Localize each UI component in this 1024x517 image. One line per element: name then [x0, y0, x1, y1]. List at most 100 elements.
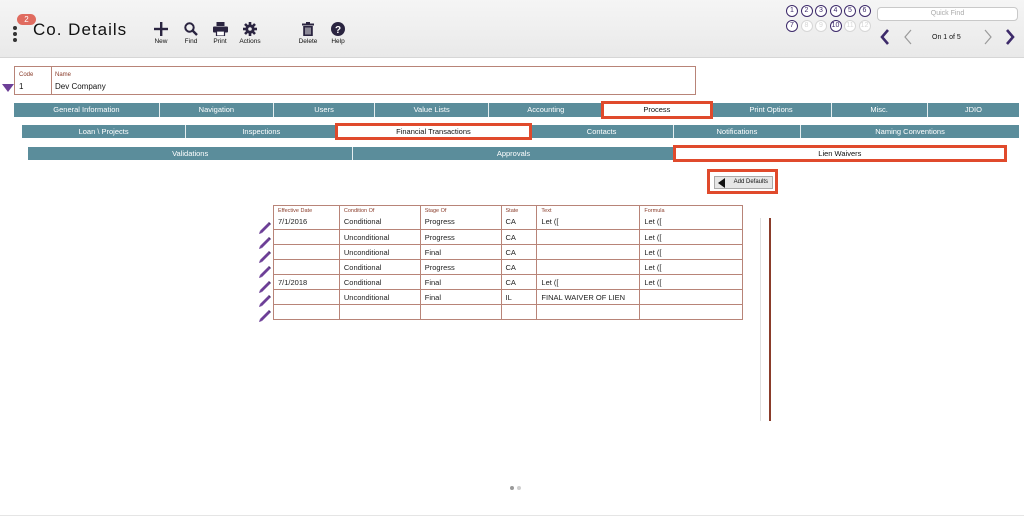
cell-text[interactable]: [536, 244, 641, 260]
record-number-6[interactable]: 6: [858, 5, 871, 17]
cell-effective-date[interactable]: 7/1/2018: [273, 274, 340, 290]
cell-text[interactable]: [536, 229, 641, 245]
previous-record-icon[interactable]: [903, 29, 913, 45]
edit-pencil-icon[interactable]: [258, 265, 272, 279]
cell-formula[interactable]: [639, 289, 743, 305]
cell-effective-date[interactable]: [273, 229, 340, 245]
cell-state[interactable]: CA: [500, 244, 538, 260]
cell-formula[interactable]: Let ([: [639, 259, 743, 275]
actions-button[interactable]: Actions: [232, 22, 268, 50]
tab-loan-projects[interactable]: Loan \ Projects: [22, 125, 187, 138]
next-record-icon[interactable]: [983, 29, 993, 45]
record-number-5[interactable]: 5: [844, 5, 856, 17]
tab-users[interactable]: Users: [274, 103, 376, 117]
tab-validations[interactable]: Validations: [28, 147, 354, 160]
tab-process[interactable]: Process: [601, 101, 714, 119]
cell-condition-of[interactable]: Conditional: [338, 259, 421, 275]
cell-text[interactable]: [536, 259, 641, 275]
cell-text[interactable]: Let ([: [536, 214, 641, 230]
cell-effective-date[interactable]: 7/1/2016: [273, 214, 340, 230]
record-number-2[interactable]: 2: [800, 5, 813, 17]
edit-pencil-icon[interactable]: [258, 309, 272, 323]
page-dot-active[interactable]: [510, 486, 514, 490]
tab-navigation[interactable]: Navigation: [160, 103, 274, 117]
first-record-icon[interactable]: [880, 29, 890, 45]
menu-icon[interactable]: [13, 26, 19, 42]
record-number-1[interactable]: 1: [786, 5, 798, 17]
cell-effective-date[interactable]: [273, 259, 340, 275]
cell-state[interactable]: [500, 304, 538, 320]
tab-value-lists[interactable]: Value Lists: [375, 103, 490, 117]
cell-stage-of[interactable]: Final: [419, 274, 502, 290]
cell-condition-of[interactable]: [338, 304, 421, 320]
edit-pencil-icon[interactable]: [258, 294, 272, 308]
cell-state[interactable]: IL: [500, 289, 538, 305]
cell-condition-of[interactable]: Unconditional: [338, 244, 421, 260]
add-defaults-button[interactable]: Add Defaults: [714, 176, 773, 189]
cell-formula[interactable]: Let ([: [639, 274, 743, 290]
cell-condition-of[interactable]: Conditional: [338, 274, 421, 290]
help-button[interactable]: ? Help: [320, 22, 356, 50]
table-row[interactable]: Unconditional Final IL FINAL WAIVER OF LIEN: [273, 289, 743, 305]
cell-state[interactable]: CA: [500, 259, 538, 275]
table-row[interactable]: Unconditional Progress CA Let ([: [273, 229, 743, 245]
tab-naming-conventions[interactable]: Naming Conventions: [801, 125, 1019, 138]
cell-effective-date[interactable]: [273, 244, 340, 260]
cell-formula[interactable]: Let ([: [639, 244, 743, 260]
tab-misc[interactable]: Misc.: [832, 103, 928, 117]
page-dot[interactable]: [517, 486, 521, 490]
cell-stage-of[interactable]: Progress: [419, 259, 502, 275]
cell-effective-date[interactable]: [273, 304, 340, 320]
tab-notifications[interactable]: Notifications: [674, 125, 802, 138]
tab-general-information[interactable]: General Information: [14, 103, 160, 117]
record-number-3[interactable]: 3: [815, 5, 827, 17]
table-row[interactable]: 7/1/2016 Conditional Progress CA Let ([Let (…: [273, 214, 743, 230]
portal-scrollbar[interactable]: [760, 218, 773, 421]
cell-formula[interactable]: Let ([: [639, 229, 743, 245]
table-row[interactable]: Conditional Progress CA Let ([: [273, 259, 743, 275]
tab-financial-transactions[interactable]: Financial Transactions: [335, 123, 533, 140]
cell-text[interactable]: Let ([: [536, 274, 641, 290]
table-row[interactable]: 7/1/2018 Conditional Final CA Let ([Let ([: [273, 274, 743, 290]
quick-find-input[interactable]: Quick Find: [877, 7, 1018, 21]
last-record-icon[interactable]: [1005, 29, 1015, 45]
record-number-8[interactable]: 8: [800, 20, 813, 32]
name-field[interactable]: Dev Company: [55, 82, 106, 91]
tab-accounting[interactable]: Accounting: [489, 103, 604, 117]
table-row[interactable]: Unconditional Final CA Let ([: [273, 244, 743, 260]
cell-condition-of[interactable]: Conditional: [338, 214, 421, 230]
record-number-7[interactable]: 7: [786, 20, 798, 32]
edit-pencil-icon[interactable]: [258, 221, 272, 235]
tab-jdio[interactable]: JDIO: [928, 103, 1019, 117]
cell-stage-of[interactable]: Final: [419, 244, 502, 260]
cell-formula[interactable]: [639, 304, 743, 320]
edit-pencil-icon[interactable]: [258, 280, 272, 294]
table-row[interactable]: [273, 304, 743, 320]
cell-condition-of[interactable]: Unconditional: [338, 289, 421, 305]
record-number-11[interactable]: 11: [844, 20, 856, 32]
cell-effective-date[interactable]: [273, 289, 340, 305]
record-number-12[interactable]: 12: [858, 20, 871, 32]
cell-condition-of[interactable]: Unconditional: [338, 229, 421, 245]
cell-stage-of[interactable]: [419, 304, 502, 320]
cell-state[interactable]: CA: [500, 274, 538, 290]
collapse-triangle-icon[interactable]: [2, 84, 14, 92]
edit-pencil-icon[interactable]: [258, 236, 272, 250]
cell-stage-of[interactable]: Progress: [419, 214, 502, 230]
record-number-9[interactable]: 9: [815, 20, 827, 32]
cell-text[interactable]: [536, 304, 641, 320]
cell-state[interactable]: CA: [500, 229, 538, 245]
cell-formula[interactable]: Let ([: [639, 214, 743, 230]
edit-pencil-icon[interactable]: [258, 250, 272, 264]
cell-stage-of[interactable]: Final: [419, 289, 502, 305]
cell-state[interactable]: CA: [500, 214, 538, 230]
tab-inspections[interactable]: Inspections: [186, 125, 338, 138]
record-number-4[interactable]: 4: [829, 5, 842, 17]
cell-stage-of[interactable]: Progress: [419, 229, 502, 245]
tab-print-options[interactable]: Print Options: [711, 103, 832, 117]
tab-lien-waivers[interactable]: Lien Waivers: [672, 145, 1008, 162]
cell-text[interactable]: FINAL WAIVER OF LIEN: [536, 289, 641, 305]
code-field[interactable]: 1: [19, 82, 23, 91]
record-number-10[interactable]: 10: [829, 20, 842, 32]
tab-contacts[interactable]: Contacts: [530, 125, 674, 138]
